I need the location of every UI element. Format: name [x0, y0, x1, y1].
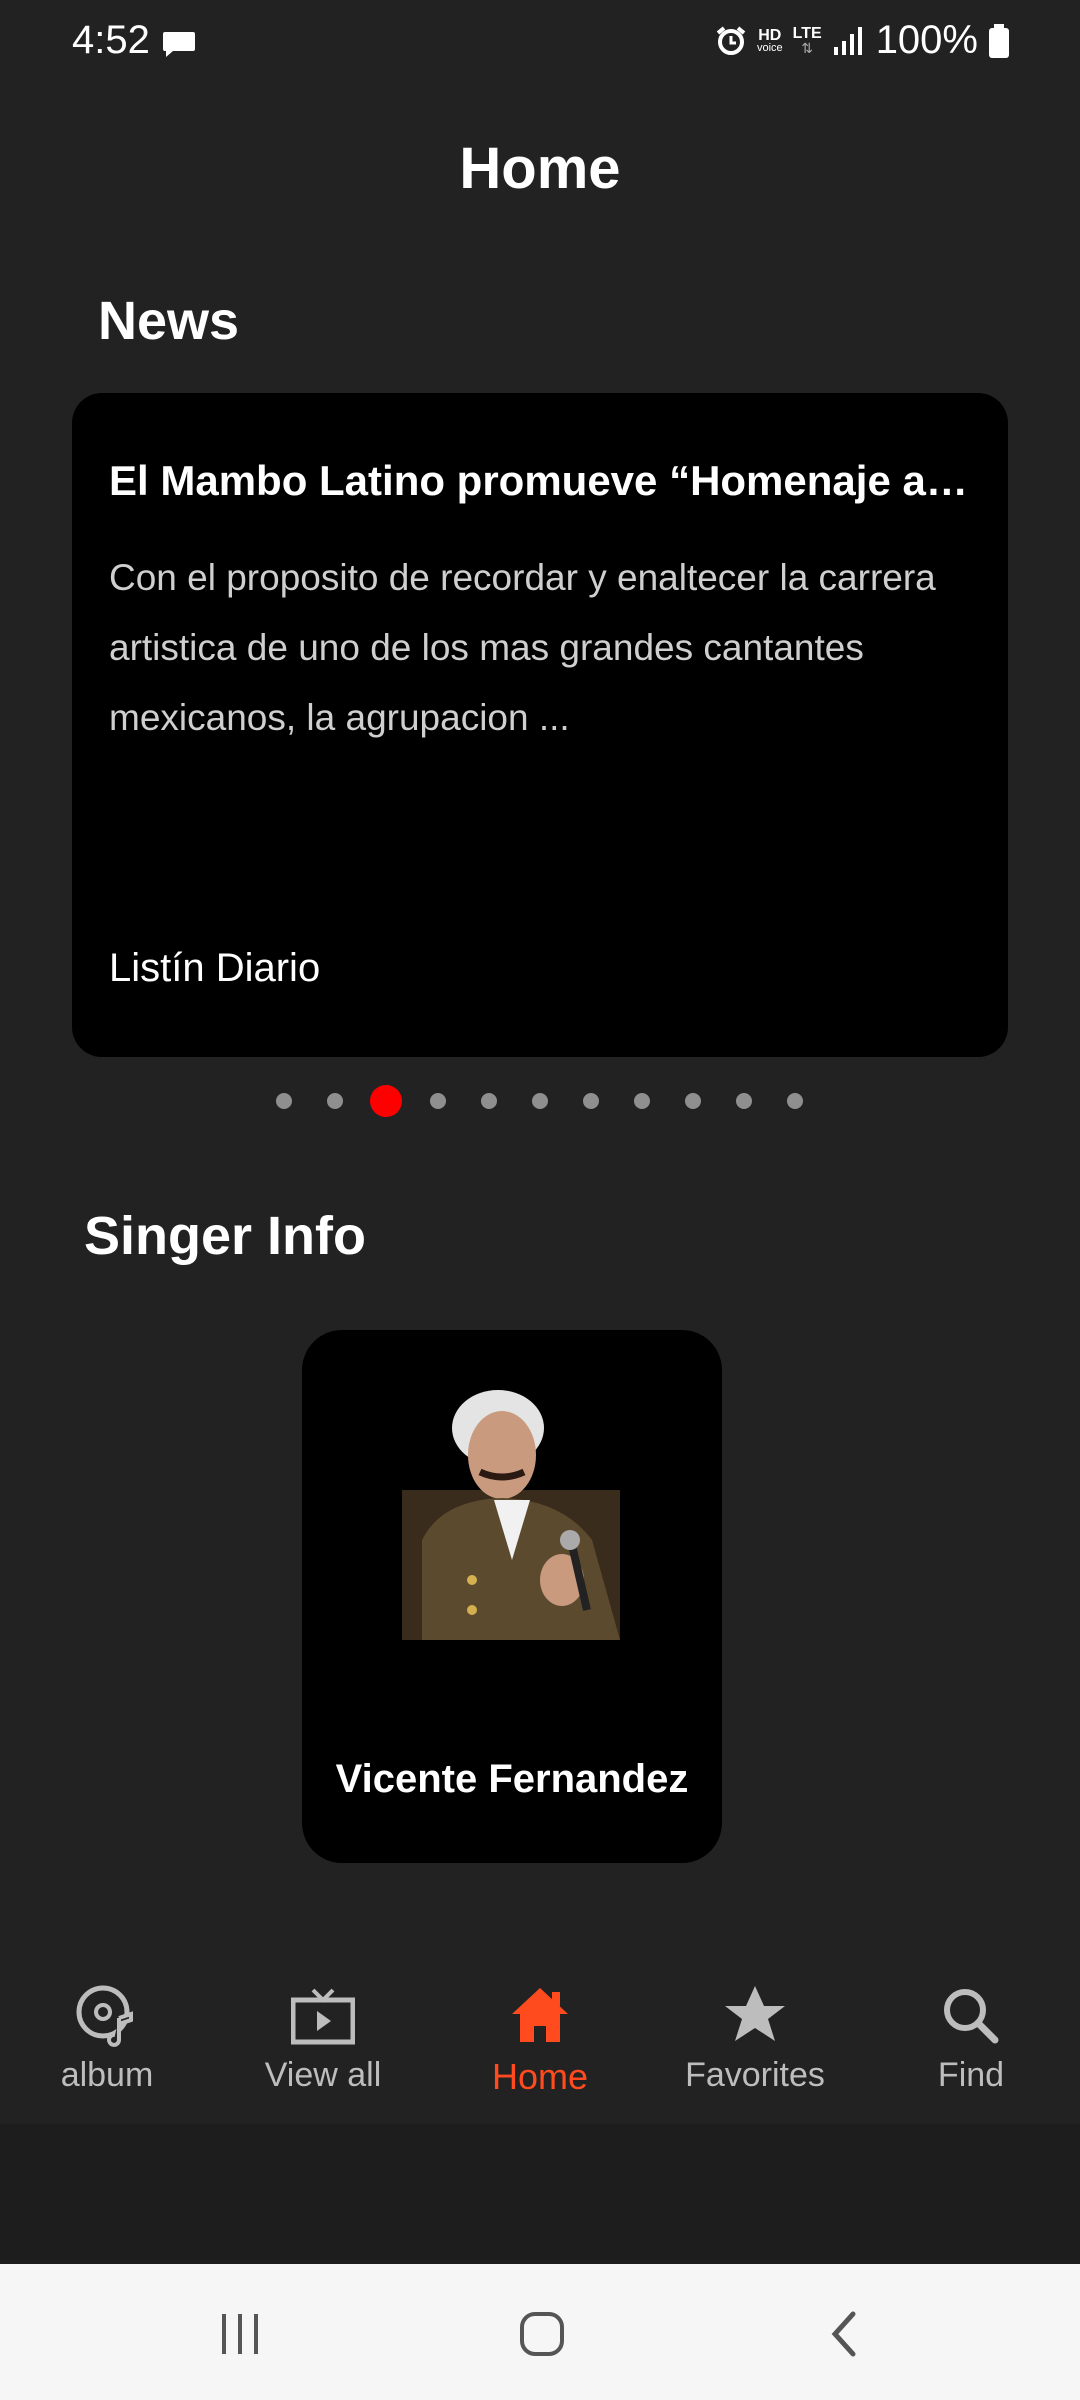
- pager-dot[interactable]: [583, 1093, 599, 1109]
- news-headline: El Mambo Latino promueve “Homenaje a…: [109, 457, 968, 504]
- alarm-icon: [716, 25, 746, 55]
- home-icon: [512, 1988, 568, 2042]
- pager-dot[interactable]: [787, 1093, 803, 1109]
- recents-icon[interactable]: [210, 2304, 270, 2364]
- nav-label-album: album: [60, 2056, 154, 2094]
- bottom-nav: album View all Home Favorites Find: [0, 1960, 1080, 2124]
- message-icon: [163, 32, 195, 57]
- signal-icon: [833, 26, 862, 55]
- star-icon: [725, 1986, 785, 2041]
- news-pager-dots: [0, 1083, 1080, 1119]
- pager-dot[interactable]: [634, 1093, 650, 1109]
- news-summary: Con el proposito de recordar y enaltecer…: [109, 557, 936, 738]
- pager-dot[interactable]: [736, 1093, 752, 1109]
- pager-dot[interactable]: [532, 1093, 548, 1109]
- nav-label-favorites: Favorites: [685, 2056, 825, 2094]
- search-icon: [944, 1989, 999, 2044]
- back-icon[interactable]: [815, 2304, 875, 2364]
- nav-find[interactable]: Find: [871, 1984, 1071, 2095]
- status-icons: HD voice LTE ⇅ 100%: [715, 18, 1010, 63]
- news-source: Listín Diario: [109, 946, 321, 990]
- battery-icon: [989, 23, 1009, 58]
- status-time: 4:52: [72, 18, 150, 62]
- pager-dot[interactable]: [327, 1093, 343, 1109]
- news-section-title: News: [98, 291, 240, 351]
- nav-album[interactable]: album: [7, 1984, 207, 2095]
- tv-play-icon: [291, 1988, 355, 2045]
- nav-label-view-all: View all: [264, 2056, 382, 2094]
- home-circle-icon[interactable]: [512, 2304, 572, 2364]
- nav-view-all[interactable]: View all: [223, 1984, 423, 2095]
- nav-home[interactable]: Home: [440, 1984, 640, 2098]
- empty-strip: [0, 2124, 1080, 2264]
- page-title: Home: [459, 136, 621, 201]
- album-music-icon: [76, 1985, 133, 2047]
- singer-info-section-title: Singer Info: [84, 1206, 366, 1266]
- pager-dot[interactable]: [430, 1093, 446, 1109]
- news-card[interactable]: El Mambo Latino promueve “Homenaje a… Co…: [72, 393, 1008, 1057]
- pager-dot-active[interactable]: [370, 1085, 402, 1117]
- singer-name: Vicente Fernandez: [335, 1757, 689, 1801]
- pager-dot[interactable]: [685, 1093, 701, 1109]
- status-bar: 4:52 HD voice LTE ⇅ 100%: [0, 0, 1080, 90]
- pager-dot[interactable]: [481, 1093, 497, 1109]
- singer-photo: [402, 1380, 620, 1640]
- nav-favorites[interactable]: Favorites: [655, 1984, 855, 2095]
- nav-label-home: Home: [491, 2056, 589, 2097]
- hd-voice-icon: HD voice: [756, 26, 783, 54]
- nav-label-find: Find: [937, 2056, 1005, 2094]
- battery-percent: 100%: [875, 18, 978, 62]
- pager-dot[interactable]: [276, 1093, 292, 1109]
- singer-card[interactable]: Vicente Fernandez: [302, 1330, 722, 1863]
- system-nav-bar: [0, 2264, 1080, 2400]
- lte-icon: LTE ⇅: [792, 24, 822, 56]
